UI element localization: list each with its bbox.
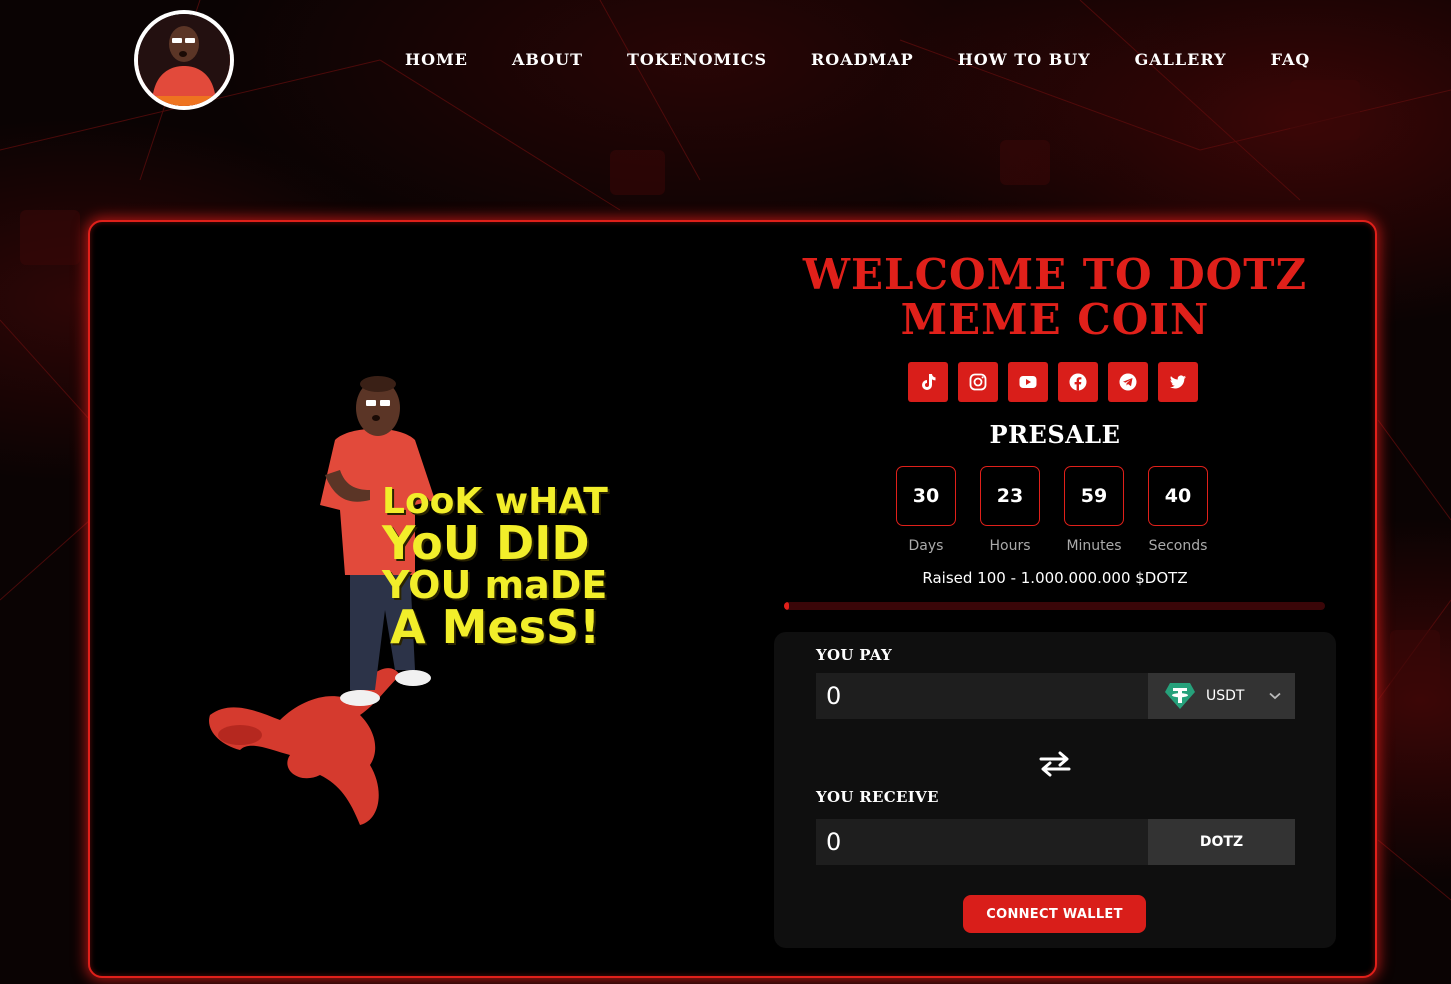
meme-line-1: LooK wHAT bbox=[382, 481, 608, 522]
meme-line-3: YOU maDE bbox=[382, 563, 608, 607]
nav-about[interactable]: ABOUT bbox=[512, 50, 583, 69]
pay-amount-input[interactable] bbox=[816, 673, 1148, 719]
twitter-icon bbox=[1170, 375, 1186, 389]
nav-gallery[interactable]: GALLERY bbox=[1135, 50, 1227, 69]
countdown-value: 40 bbox=[1148, 466, 1208, 526]
youtube-link[interactable] bbox=[1008, 362, 1048, 402]
main-nav: HOME ABOUT TOKENOMICS ROADMAP HOW TO BUY… bbox=[405, 50, 1310, 69]
you-pay-label: YOU PAY bbox=[816, 646, 892, 664]
countdown-value: 23 bbox=[980, 466, 1040, 526]
usdt-icon bbox=[1165, 683, 1195, 709]
facebook-link[interactable] bbox=[1058, 362, 1098, 402]
pay-token-select[interactable]: USDT bbox=[1148, 673, 1295, 719]
nav-tokenomics[interactable]: TOKENOMICS bbox=[627, 50, 767, 69]
progress-fill bbox=[784, 602, 789, 610]
twitter-link[interactable] bbox=[1158, 362, 1198, 402]
receive-amount-input[interactable] bbox=[816, 819, 1148, 865]
pay-row: USDT bbox=[816, 673, 1295, 719]
facebook-icon bbox=[1069, 373, 1087, 391]
countdown-label: Seconds bbox=[1148, 538, 1208, 554]
page-title: WELCOME TO DOTZ MEME COIN bbox=[802, 250, 1308, 344]
countdown-seconds: 40 Seconds bbox=[1148, 466, 1208, 554]
receive-token-label: DOTZ bbox=[1148, 819, 1295, 865]
chevron-down-icon bbox=[1269, 692, 1281, 700]
social-links bbox=[908, 362, 1198, 402]
countdown-minutes: 59 Minutes bbox=[1064, 466, 1124, 554]
presale-heading: PRESALE bbox=[989, 420, 1121, 449]
telegram-link[interactable] bbox=[1108, 362, 1148, 402]
site-logo[interactable] bbox=[134, 10, 234, 110]
nav-home[interactable]: HOME bbox=[405, 50, 468, 69]
connect-wallet-button[interactable]: CONNECT WALLET bbox=[963, 895, 1146, 933]
youtube-icon bbox=[1019, 376, 1037, 388]
logo-avatar-icon bbox=[138, 14, 230, 106]
meme-line-4: A MesS! bbox=[390, 600, 601, 654]
receive-row: DOTZ bbox=[816, 819, 1295, 865]
nav-faq[interactable]: FAQ bbox=[1271, 50, 1311, 69]
swap-widget: YOU PAY USDT YOU RECEIVE DOTZ CONNECT WA… bbox=[774, 632, 1336, 948]
countdown-label: Hours bbox=[989, 538, 1031, 554]
meme-line-2: YoU DID bbox=[382, 516, 590, 570]
meme-caption: LooK wHAT YoU DID YOU maDE A MesS! bbox=[382, 481, 632, 654]
tiktok-link[interactable] bbox=[908, 362, 948, 402]
instagram-icon bbox=[969, 373, 987, 391]
raised-amount: Raised 100 - 1.000.000.000 $DOTZ bbox=[922, 569, 1188, 587]
presale-countdown: 30 Days 23 Hours 59 Minutes 40 Seconds bbox=[896, 466, 1208, 554]
telegram-icon bbox=[1119, 373, 1137, 391]
hero-card: LooK wHAT YoU DID YOU maDE A MesS! WELCO… bbox=[88, 220, 1377, 978]
presale-progress-bar bbox=[784, 602, 1325, 610]
countdown-days: 30 Days bbox=[896, 466, 956, 554]
nav-roadmap[interactable]: ROADMAP bbox=[811, 50, 914, 69]
countdown-label: Days bbox=[908, 538, 944, 554]
countdown-hours: 23 Hours bbox=[980, 466, 1040, 554]
swap-arrows-icon[interactable] bbox=[1038, 750, 1072, 778]
countdown-value: 59 bbox=[1064, 466, 1124, 526]
countdown-value: 30 bbox=[896, 466, 956, 526]
instagram-link[interactable] bbox=[958, 362, 998, 402]
tiktok-icon bbox=[922, 374, 936, 390]
nav-how-to-buy[interactable]: HOW TO BUY bbox=[958, 50, 1091, 69]
countdown-label: Minutes bbox=[1066, 538, 1122, 554]
pay-token-label: USDT bbox=[1206, 688, 1245, 704]
you-receive-label: YOU RECEIVE bbox=[816, 788, 939, 806]
